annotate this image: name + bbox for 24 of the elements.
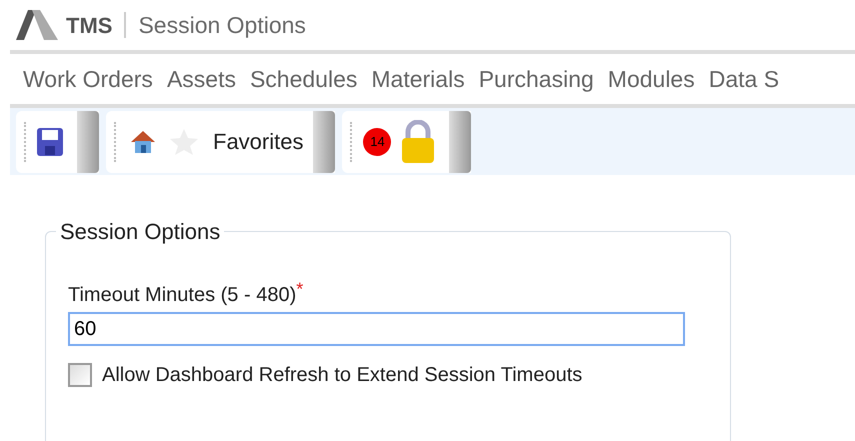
menu-item[interactable]: Data S bbox=[708, 62, 780, 96]
checkbox[interactable] bbox=[68, 363, 92, 387]
favorites-button[interactable]: Favorites bbox=[213, 125, 304, 158]
brand-name: TMS bbox=[66, 12, 112, 40]
required-mark: * bbox=[296, 278, 304, 301]
overflow-handle[interactable] bbox=[77, 110, 99, 172]
menu-item[interactable]: Assets bbox=[166, 62, 236, 96]
field-label: Timeout Minutes (5 - 480) bbox=[68, 283, 296, 308]
menu-item[interactable]: Work Orders bbox=[23, 62, 153, 96]
lock-icon[interactable] bbox=[401, 120, 436, 164]
menu-item[interactable]: Materials bbox=[371, 62, 465, 96]
menu-item[interactable]: Purchasing bbox=[478, 62, 594, 96]
menu-item[interactable]: Schedules bbox=[250, 62, 358, 96]
logo-icon bbox=[14, 8, 60, 42]
alert-count-badge[interactable]: 14 bbox=[363, 128, 392, 156]
overflow-handle[interactable] bbox=[313, 110, 336, 172]
menu-item[interactable]: Modules bbox=[608, 62, 695, 96]
overflow-handle[interactable] bbox=[449, 110, 472, 172]
checkbox-label: Allow Dashboard Refresh to Extend Session Timeouts bbox=[102, 363, 582, 388]
panel-legend: Session Options bbox=[56, 215, 224, 248]
home-icon[interactable] bbox=[129, 128, 157, 154]
page-title: Session Options bbox=[138, 10, 306, 40]
timeout-input[interactable]: 60 bbox=[68, 312, 685, 346]
save-icon[interactable] bbox=[37, 128, 63, 156]
